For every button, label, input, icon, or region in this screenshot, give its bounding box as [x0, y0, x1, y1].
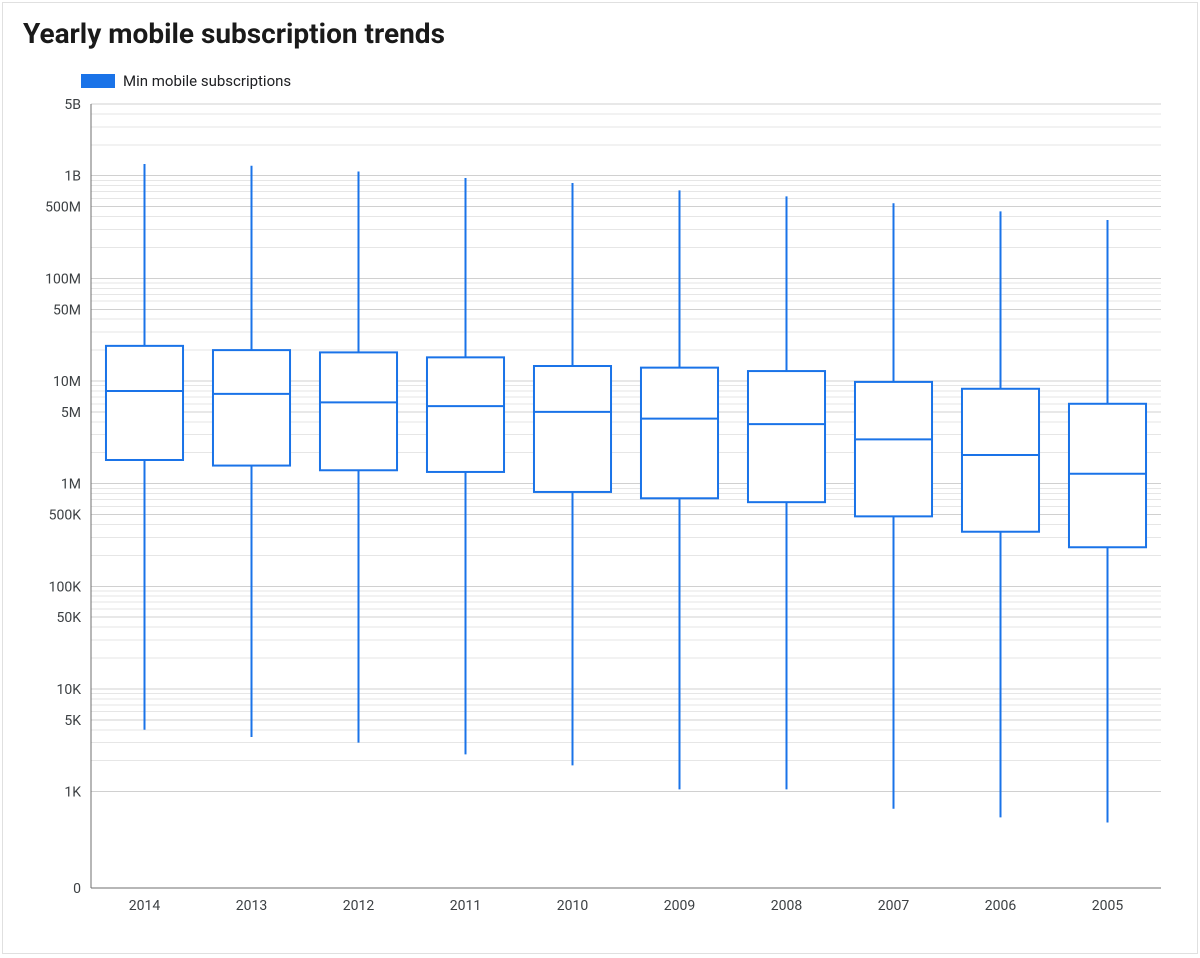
plot-area: 0 1K 5K 10K 50K 100K 500K 1M 5M 10M 50M 100M 500M 1B 5… [21, 94, 1179, 943]
box-2005 [1069, 220, 1146, 822]
y-tick-label: 500K [49, 508, 82, 524]
y-tick-label: 10M [53, 374, 81, 390]
y-tick-label: 5K [64, 713, 81, 729]
y-tick-label: 10K [56, 682, 81, 698]
y-tick-label: 500M [45, 200, 81, 216]
x-tick-label: 2005 [1092, 898, 1124, 914]
y-tick-label: 0 [73, 881, 81, 897]
box-2012 [320, 171, 397, 742]
x-tick-label: 2007 [878, 898, 910, 914]
x-tick-label: 2008 [771, 898, 803, 914]
legend-swatch [81, 74, 115, 88]
y-tick-label: 50M [53, 302, 81, 318]
legend-label: Min mobile subscriptions [123, 72, 291, 90]
y-tick-label: 5M [61, 405, 81, 421]
y-tick-label: 1M [61, 477, 81, 493]
y-tick-label: 5B [64, 97, 81, 113]
chart-card: Yearly mobile subscription trends Min mo… [2, 2, 1198, 954]
x-tick-label: 2010 [557, 898, 589, 914]
y-tick-label: 1B [64, 169, 81, 185]
x-tick-label: 2006 [985, 898, 1017, 914]
box-2006 [962, 211, 1039, 817]
boxplot-chart: 0 1K 5K 10K 50K 100K 500K 1M 5M 10M 50M 100M 500M 1B 5… [21, 94, 1181, 924]
y-tick-label: 1K [64, 785, 81, 801]
x-tick-label: 2011 [450, 898, 481, 914]
box-2013 [213, 166, 290, 737]
box-2010 [534, 183, 611, 765]
x-tick-label: 2013 [236, 898, 267, 914]
box-2008 [748, 196, 825, 789]
box-2011 [427, 178, 504, 754]
chart-title: Yearly mobile subscription trends [23, 17, 1179, 50]
y-tick-label: 50K [56, 610, 81, 626]
x-tick-label: 2014 [129, 898, 161, 914]
box-2009 [641, 190, 718, 789]
legend: Min mobile subscriptions [81, 72, 1179, 90]
x-tick-label: 2012 [343, 898, 375, 914]
y-tick-label: 100K [49, 579, 82, 595]
x-tick-label: 2009 [664, 898, 695, 914]
y-tick-label: 100M [45, 271, 81, 287]
box-2014 [106, 164, 183, 730]
